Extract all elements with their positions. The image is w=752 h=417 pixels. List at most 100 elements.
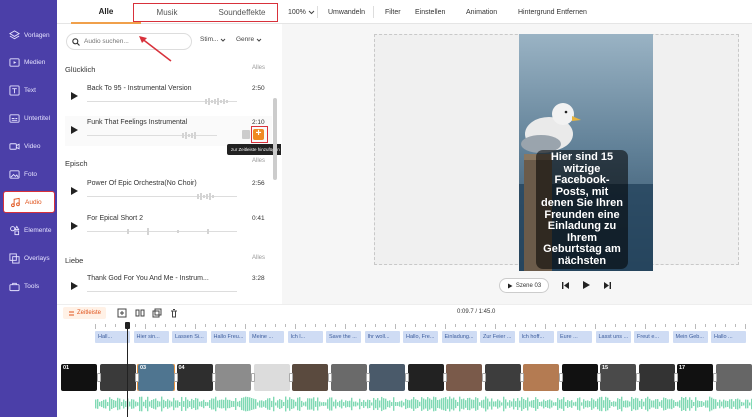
subtitle-chip[interactable]: Lassen Si... — [172, 331, 207, 343]
add-track-icon[interactable] — [117, 308, 127, 318]
animation-button[interactable]: Animation — [466, 0, 497, 24]
play-button[interactable] — [580, 279, 592, 291]
video-clip[interactable] — [99, 364, 136, 391]
list-item[interactable]: For Epical Short 2 0:41 — [65, 212, 272, 242]
convert-button[interactable]: Umwandeln — [328, 0, 365, 24]
video-clip[interactable] — [446, 364, 482, 391]
list-item[interactable]: Funk That Feelings Instrumental 2:10 + — [65, 116, 272, 146]
transition-handle[interactable] — [635, 373, 640, 382]
remove-background-button[interactable]: Hintergrund Entfernen — [518, 0, 587, 24]
transition-handle[interactable] — [96, 373, 101, 382]
transition-handle[interactable] — [558, 373, 563, 382]
video-clip[interactable] — [523, 364, 559, 391]
transition-handle[interactable] — [481, 373, 486, 382]
transition-handle[interactable] — [327, 373, 332, 382]
play-icon[interactable] — [71, 92, 78, 100]
transition-handle[interactable] — [597, 373, 601, 382]
video-clip[interactable] — [292, 364, 328, 391]
sidebar-item-elemente[interactable]: Elemente — [3, 219, 55, 241]
transition-handle[interactable] — [404, 373, 409, 382]
sidebar-item-audio[interactable]: Audio — [3, 191, 55, 213]
filter-button[interactable]: Filter — [385, 0, 401, 24]
transition-handle[interactable] — [250, 373, 255, 382]
subtitle-chip[interactable]: Zur Feier ... — [480, 331, 515, 343]
split-icon[interactable] — [135, 308, 145, 318]
play-icon[interactable] — [71, 187, 78, 195]
video-clip[interactable] — [561, 364, 598, 391]
subtitle-chip[interactable]: Save the ... — [326, 331, 361, 343]
video-clip[interactable] — [638, 364, 675, 391]
video-clip[interactable] — [484, 364, 521, 391]
transition-handle[interactable] — [135, 373, 139, 382]
subtitle-chip[interactable]: Freut e... — [634, 331, 669, 343]
transition-handle[interactable] — [674, 373, 678, 382]
zoom-dropdown[interactable]: 100% — [288, 0, 315, 24]
subtitle-chip[interactable]: Ich hoff... — [518, 331, 554, 343]
subtitle-chip[interactable]: Hallo Freu... — [210, 331, 246, 343]
transition-handle[interactable] — [366, 373, 370, 382]
see-all-link[interactable]: Alles — [252, 255, 265, 261]
see-all-link[interactable]: Alles — [252, 65, 265, 71]
delete-icon[interactable] — [169, 308, 179, 318]
video-clip[interactable]: 01 — [61, 364, 97, 391]
sidebar-item-text[interactable]: Text — [3, 79, 55, 101]
sidebar-item-vorlagen[interactable]: Vorlagen — [3, 24, 55, 46]
list-item[interactable]: Power Of Epic Orchestra(No Choir) 2:56 — [65, 177, 272, 207]
video-clip[interactable]: 17 — [677, 364, 713, 391]
skip-forward-button[interactable] — [601, 279, 613, 291]
subtitle-chip[interactable]: Eure ... — [557, 331, 592, 343]
skip-back-button[interactable] — [559, 279, 571, 291]
playhead-handle[interactable] — [125, 322, 130, 329]
play-icon[interactable] — [71, 282, 78, 290]
video-clip[interactable] — [215, 364, 251, 391]
video-clip[interactable]: 04 — [176, 364, 213, 391]
video-clip[interactable] — [407, 364, 444, 391]
video-clip[interactable]: 03 — [137, 364, 175, 391]
subtitle-chip[interactable]: Hall... — [95, 331, 130, 343]
transition-handle[interactable] — [212, 373, 216, 382]
subtitle-chip[interactable]: Meine ... — [249, 331, 284, 343]
transition-handle[interactable] — [712, 373, 717, 382]
transition-handle[interactable] — [173, 373, 178, 382]
sidebar-item-tools[interactable]: Tools — [3, 275, 55, 297]
play-icon[interactable] — [71, 126, 78, 134]
scene-selector[interactable]: Szene 03 — [499, 278, 549, 293]
play-icon[interactable] — [71, 222, 78, 230]
list-item[interactable]: Thank God For You And Me - Instrum... 3:… — [65, 272, 272, 302]
preview-button[interactable] — [242, 130, 250, 139]
subtitle-chip[interactable]: Ihr woll... — [364, 331, 400, 343]
settings-button[interactable]: Einstellen — [415, 0, 445, 24]
playhead[interactable] — [127, 322, 128, 417]
video-clip[interactable] — [369, 364, 405, 391]
subtitle-chip[interactable]: Einladung... — [441, 331, 477, 343]
mood-dropdown[interactable]: Stim... — [200, 36, 226, 43]
timeline-ruler[interactable] — [57, 320, 752, 329]
subtitle-chip[interactable]: Ich l... — [287, 331, 323, 343]
transition-handle[interactable] — [289, 373, 293, 382]
transition-handle[interactable] — [520, 373, 524, 382]
video-clip[interactable] — [253, 364, 290, 391]
video-clip[interactable]: 15 — [600, 364, 636, 391]
subtitle-chip[interactable]: Hallo, Fre... — [403, 331, 438, 343]
sidebar-item-overlays[interactable]: Overlays — [3, 247, 55, 269]
transition-handle[interactable] — [443, 373, 447, 382]
see-all-link[interactable]: Alles — [252, 158, 265, 164]
subtitle-chip[interactable]: Hier sin... — [133, 331, 169, 343]
genre-dropdown[interactable]: Genre — [236, 36, 262, 43]
list-item[interactable]: Back To 95 - Instrumental Version 2:50 — [65, 82, 272, 112]
sidebar-item-untertitel[interactable]: Untertitel — [3, 107, 55, 129]
duplicate-icon[interactable] — [152, 308, 162, 318]
video-clip[interactable] — [330, 364, 367, 391]
subtitle-chip[interactable]: Lasst uns ... — [595, 331, 631, 343]
timeline-toggle[interactable]: Zeitleiste — [63, 307, 107, 319]
tab-alle[interactable]: Alle — [71, 0, 141, 24]
audio-track[interactable] — [95, 394, 752, 414]
video-caption[interactable]: Hier sind 15 witzige Facebook-Posts, mit… — [536, 150, 628, 269]
sidebar-item-foto[interactable]: Foto — [3, 163, 55, 185]
sidebar-item-video[interactable]: Video — [3, 135, 55, 157]
sidebar-item-medien[interactable]: Medien — [3, 51, 55, 73]
subtitle-chip[interactable]: Mein Geb... — [672, 331, 708, 343]
scrollbar[interactable] — [273, 98, 277, 180]
video-clip[interactable] — [715, 364, 752, 391]
subtitle-chip[interactable]: Hallo ... — [711, 331, 746, 343]
